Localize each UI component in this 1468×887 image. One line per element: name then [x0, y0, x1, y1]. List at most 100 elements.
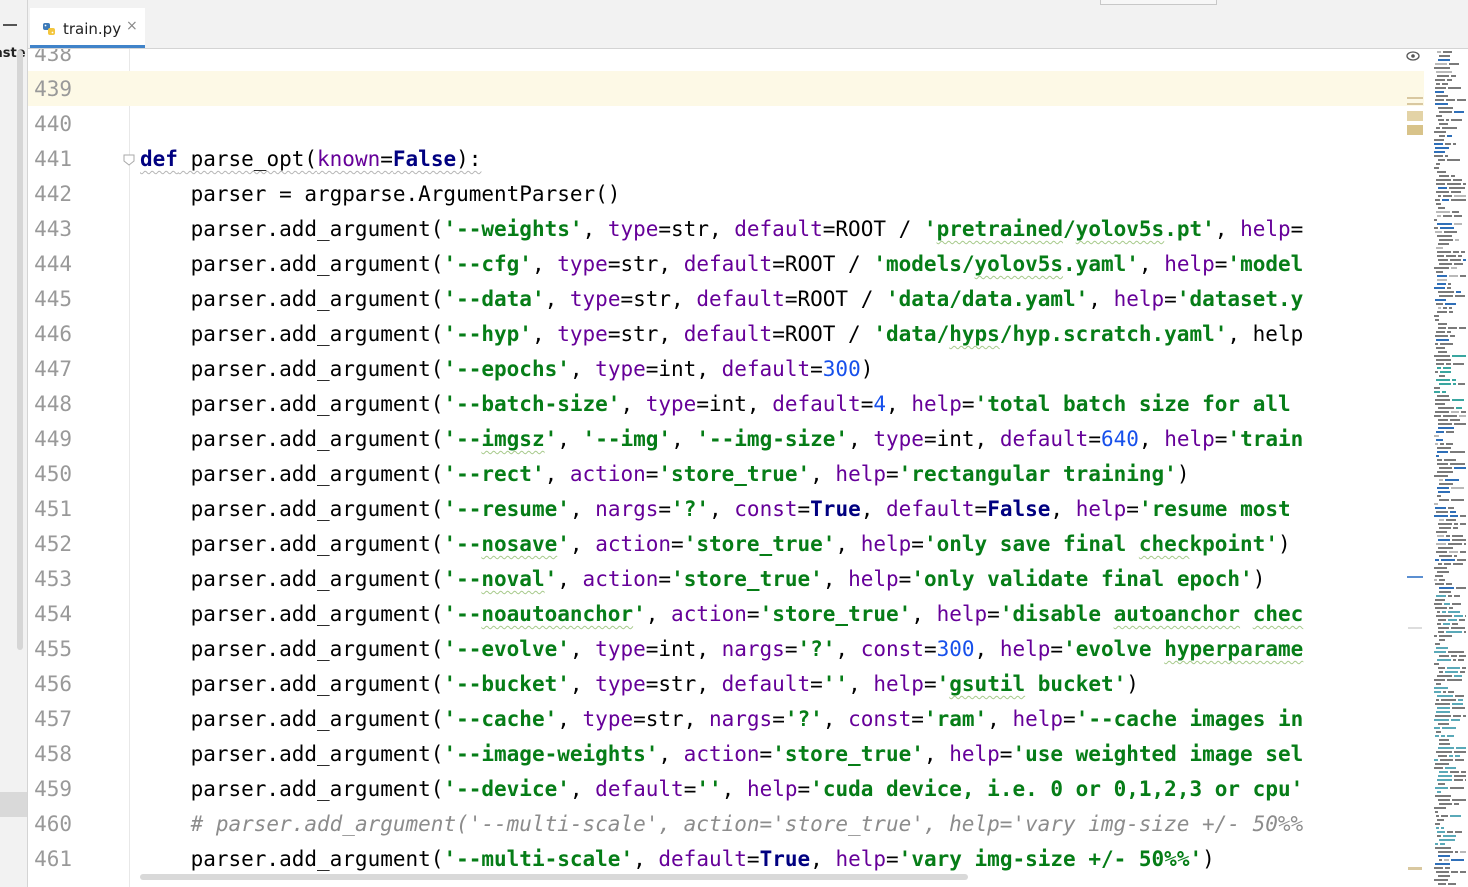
minimap-stripe [1452, 623, 1458, 625]
minimap-stripe [1436, 183, 1445, 185]
minimap-stripe [1464, 543, 1466, 545]
code-line[interactable]: 460 # parser.add_argument('--multi-scale… [28, 807, 1468, 842]
minimap-stripe [1454, 751, 1466, 753]
minimap-stripe [1438, 327, 1446, 329]
minimap-stripe [1443, 691, 1446, 693]
code-line[interactable]: 457 parser.add_argument('--cache', type=… [28, 702, 1468, 737]
minimap-stripe [1437, 471, 1453, 473]
minimap-stripe [1438, 407, 1454, 409]
minimap-stripe [1450, 815, 1461, 817]
side-panel-clipped-label: aste [0, 46, 26, 61]
minimap-stripe [1439, 771, 1448, 773]
minimap-stripe [1439, 479, 1443, 481]
side-panel-selected-item[interactable] [0, 792, 27, 817]
code-line[interactable]: 452 parser.add_argument('--nosave', acti… [28, 527, 1468, 562]
code-line[interactable]: 441 def parse_opt(known=False): [28, 142, 1468, 177]
minimap-stripe [1449, 275, 1458, 277]
minimap-stripe [1460, 523, 1466, 525]
minimap-stripe [1436, 95, 1448, 97]
minimap-stripe [1437, 235, 1452, 237]
minimap-stripe [1435, 231, 1442, 233]
code-text: parser.add_argument('--image-weights', a… [140, 742, 1304, 766]
code-line[interactable]: 455 parser.add_argument('--evolve', type… [28, 632, 1468, 667]
minimap-stripe [1450, 771, 1459, 773]
minimap-stripe [1435, 559, 1439, 561]
minimap-stripe [1438, 775, 1452, 777]
minimap-stripe [1434, 691, 1441, 693]
code-line[interactable]: 442 parser = argparse.ArgumentParser() [28, 177, 1468, 212]
code-line[interactable]: 446 parser.add_argument('--hyp', type=st… [28, 317, 1468, 352]
minimap-stripe [1446, 431, 1454, 433]
code-line[interactable]: 444 parser.add_argument('--cfg', type=st… [28, 247, 1468, 282]
close-tab-icon[interactable]: × [126, 18, 138, 34]
code-line[interactable]: 447 parser.add_argument('--epochs', type… [28, 352, 1468, 387]
minimap-stripe [1438, 631, 1444, 633]
code-line[interactable]: 440 [28, 107, 1468, 142]
code-line[interactable]: 450 parser.add_argument('--rect', action… [28, 457, 1468, 492]
minimap-stripe [1451, 859, 1464, 861]
minimap-stripe [1436, 71, 1452, 73]
minimap-stripe [1442, 391, 1446, 393]
minimap-stripe [1454, 467, 1466, 469]
minimap-stripe [1458, 255, 1462, 257]
code-line[interactable]: 438 [28, 49, 1468, 72]
code-line[interactable]: 458 parser.add_argument('--image-weights… [28, 737, 1468, 772]
minimap-stripe [1434, 503, 1438, 505]
minimap-stripe [1435, 87, 1446, 89]
code-line[interactable]: 443 parser.add_argument('--weights', typ… [28, 212, 1468, 247]
minimap-stripe [1447, 831, 1453, 833]
minimap-stripe [1438, 187, 1447, 189]
minimap-overview[interactable] [1432, 49, 1468, 887]
minimap-stripe [1448, 619, 1457, 621]
minimap-stripe [1435, 335, 1448, 337]
code-line[interactable]: 456 parser.add_argument('--bucket', type… [28, 667, 1468, 702]
minimap-stripe [1460, 871, 1466, 873]
collapse-panel-icon[interactable] [3, 24, 17, 26]
error-stripe[interactable] [1406, 49, 1424, 887]
code-line[interactable]: 453 parser.add_argument('--noval', actio… [28, 562, 1468, 597]
horizontal-scrollbar[interactable] [140, 874, 968, 880]
minimap-stripe [1453, 363, 1464, 365]
minimap-stripe [1454, 215, 1462, 217]
minimap-stripe [1435, 319, 1439, 321]
minimap-stripe [1454, 803, 1459, 805]
minimap-stripe [1443, 415, 1457, 417]
code-line[interactable]: 454 parser.add_argument('--noautoanchor'… [28, 597, 1468, 632]
minimap-stripe [1434, 287, 1445, 289]
code-line[interactable]: 461 parser.add_argument('--multi-scale',… [28, 842, 1468, 877]
code-line[interactable]: 445 parser.add_argument('--data', type=s… [28, 282, 1468, 317]
minimap-stripe [1448, 327, 1457, 329]
code-line[interactable]: 439 [28, 72, 1468, 107]
minimap-stripe [1438, 851, 1453, 853]
line-number: 445 [34, 287, 72, 311]
minimap-stripe [1442, 727, 1456, 729]
top-scroll-knob[interactable] [1100, 0, 1217, 5]
tab-train-py[interactable]: train.py × [30, 8, 145, 48]
minimap-stripe [1434, 67, 1450, 69]
minimap-stripe [1435, 575, 1443, 577]
minimap-stripe [1435, 371, 1438, 373]
minimap-stripe [1434, 603, 1442, 605]
side-panel-scrollbar[interactable] [17, 50, 23, 650]
minimap-stripe [1454, 263, 1463, 265]
fold-marker-icon[interactable] [123, 154, 135, 166]
minimap-stripe [1435, 403, 1445, 405]
code-editor[interactable]: 438 439 440 441 def parse_opt(known=False): 4… [28, 49, 1468, 887]
minimap-stripe [1455, 295, 1465, 297]
minimap-stripe [1461, 251, 1465, 253]
minimap-stripe [1437, 459, 1442, 461]
minimap-stripe [1437, 367, 1441, 369]
minimap-stripe [1434, 387, 1440, 389]
minimap-stripe [1451, 191, 1461, 193]
code-line[interactable]: 448 parser.add_argument('--batch-size', … [28, 387, 1468, 422]
code-line[interactable]: 451 parser.add_argument('--resume', narg… [28, 492, 1468, 527]
line-number: 443 [34, 217, 72, 241]
minimap-stripe [1434, 131, 1446, 133]
minimap-stripe [1447, 735, 1454, 737]
code-line[interactable]: 449 parser.add_argument('--imgsz', '--im… [28, 422, 1468, 457]
minimap-stripe [1434, 415, 1441, 417]
minimap-stripe [1437, 611, 1440, 613]
minimap-stripe [1448, 507, 1454, 509]
code-line[interactable]: 459 parser.add_argument('--device', defa… [28, 772, 1468, 807]
minimap-stripe [1451, 75, 1456, 77]
